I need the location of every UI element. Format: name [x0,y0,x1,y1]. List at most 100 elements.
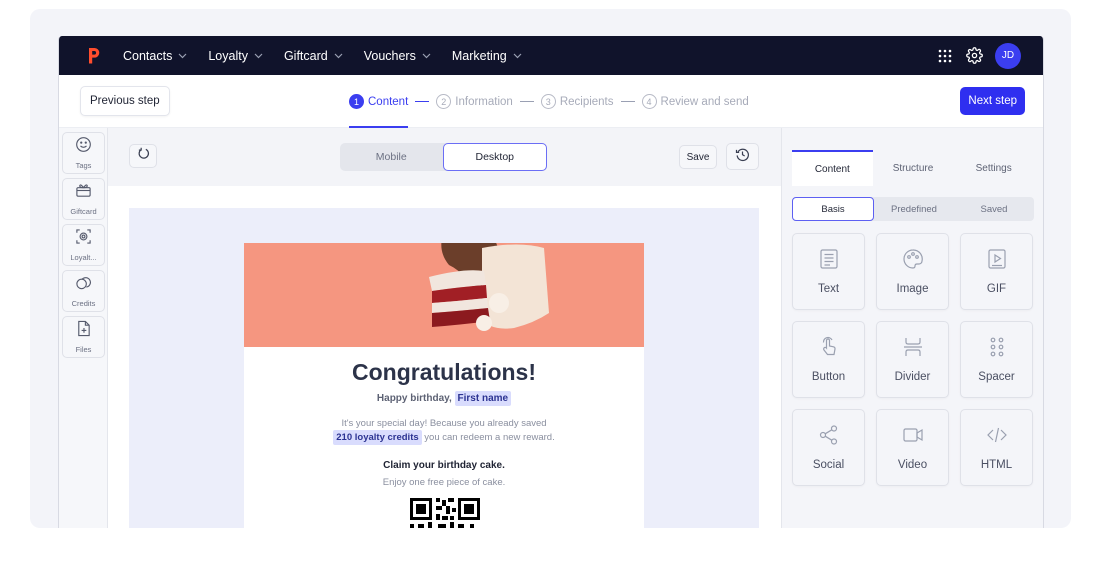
avatar[interactable]: JD [995,42,1021,69]
previous-step-button[interactable]: Previous step [80,86,170,116]
step-number: 1 [349,94,364,109]
step-number: 4 [641,94,657,109]
block-label: Spacer [978,371,1015,383]
nav-label: Marketing [451,48,507,63]
step-label: Content [368,95,409,108]
block-label: Social [812,459,845,471]
brand-logo-icon[interactable] [86,46,108,65]
block-spacer[interactable]: Spacer [960,321,1033,398]
message-line-2: 210 loyalty credits you can redeem a new… [244,430,644,445]
nav-contacts[interactable]: Contacts [123,49,187,63]
sidebar-item-label: Credits [71,299,96,308]
apps-grid-icon[interactable] [938,49,952,63]
nav-label: Contacts [123,48,173,63]
button-icon [818,336,840,363]
nav-label: Giftcard [283,48,328,63]
save-button[interactable]: Save [679,145,717,169]
block-button[interactable]: Button [792,321,865,398]
greeting-line[interactable]: Happy birthday, First name [244,391,644,406]
step-separator [519,100,534,103]
nav-loyalty[interactable]: Loyalty [208,49,263,63]
step-separator [415,100,430,103]
chevron-down-icon [422,53,431,59]
greeting-text: Happy birthday, [376,393,452,404]
step-label: Recipients [559,95,614,108]
block-divider[interactable]: Divider [876,321,949,398]
panel-tabs: Content Structure Settings [792,150,1034,186]
block-gif[interactable]: GIF [960,233,1033,310]
block-social[interactable]: Social [792,409,865,486]
view-toggle: Mobile Desktop [340,143,547,171]
block-label: Divider [894,371,931,383]
nav-label: Vouchers [363,48,416,63]
nav-giftcard[interactable]: Giftcard [284,49,343,63]
block-video[interactable]: Video [876,409,949,486]
refresh-button[interactable] [129,144,157,168]
next-step-button[interactable]: Next step [960,87,1025,115]
history-icon [735,147,750,167]
hero-image[interactable] [244,243,644,347]
block-label: Text [817,283,840,295]
email-heading[interactable]: Congratulations! [244,359,644,386]
blocks-panel: Content Structure Settings Basis Predefi… [781,128,1043,528]
block-text[interactable]: Text [792,233,865,310]
step-label: Review and send [660,95,749,108]
chevron-down-icon [513,53,522,59]
subtab-saved[interactable]: Saved [954,197,1034,221]
sidebar-item-files[interactable]: Files [62,316,105,358]
sidebar-item-giftcard[interactable]: Giftcard [62,178,105,220]
image-icon [902,248,924,275]
code-icon [986,424,1008,451]
history-button[interactable] [726,143,759,170]
refresh-icon [137,147,150,165]
editor-canvas-area: Mobile Desktop Save Congratulations! Hap… [108,128,781,528]
email-preview[interactable]: Congratulations! Happy birthday, First n… [244,243,644,528]
block-label: HTML [980,459,1013,471]
block-html[interactable]: HTML [960,409,1033,486]
chevron-down-icon [178,53,187,59]
nav-vouchers[interactable]: Vouchers [364,49,431,63]
tab-content[interactable]: Content [792,150,873,186]
tab-settings[interactable]: Settings [953,150,1034,186]
nav-label: Loyalty [208,48,248,63]
tab-structure[interactable]: Structure [873,150,954,186]
step-content[interactable]: 1 Content [349,75,409,128]
subtab-predefined[interactable]: Predefined [874,197,954,221]
loyalty-credits-merge-tag[interactable]: 210 loyalty credits [333,430,422,445]
claim-heading[interactable]: Claim your birthday cake. [244,460,644,471]
mobile-view-option[interactable]: Mobile [340,143,443,171]
loyalty-scan-icon [75,228,92,250]
left-sidebar: Tags Giftcard Loyalt... Credits Files [59,128,108,528]
file-icon [75,320,92,342]
sidebar-item-loyalty[interactable]: Loyalt... [62,224,105,266]
sidebar-item-tags[interactable]: Tags [62,132,105,174]
text-icon [818,248,840,275]
step-separator [620,100,635,103]
sidebar-item-label: Loyalt... [70,253,97,262]
block-image[interactable]: Image [876,233,949,310]
step-indicator: 1 Content 2 Information 3 Recipients 4 R… [349,75,749,128]
sidebar-item-label: Tags [75,161,92,170]
step-review-and-send[interactable]: 4 Review and send [641,75,749,128]
message-text[interactable]: It's your special day! Because you alrea… [244,417,644,445]
sidebar-item-credits[interactable]: Credits [62,270,105,312]
desktop-view-option[interactable]: Desktop [442,143,547,171]
gift-icon [75,182,92,204]
gear-icon[interactable] [966,47,983,64]
top-navigation: Contacts Loyalty Giftcard Vouchers Marke… [59,36,1043,75]
step-information[interactable]: 2 Information [436,75,513,128]
step-recipients[interactable]: 3 Recipients [540,75,614,128]
smiley-icon [75,136,92,158]
subtab-basis[interactable]: Basis [792,197,874,221]
first-name-merge-tag[interactable]: First name [454,391,512,406]
chevron-down-icon [334,53,343,59]
spacer-icon [986,336,1008,363]
block-label: Video [897,459,928,471]
message-line-2-text: you can redeem a new reward. [424,432,555,443]
nav-marketing[interactable]: Marketing [452,49,522,63]
qr-code-icon[interactable] [410,498,480,528]
step-bar: Previous step 1 Content 2 Information 3 … [59,75,1043,128]
app-window: Contacts Loyalty Giftcard Vouchers Marke… [58,36,1044,528]
share-icon [818,424,840,451]
enjoy-text[interactable]: Enjoy one free piece of cake. [244,477,644,488]
